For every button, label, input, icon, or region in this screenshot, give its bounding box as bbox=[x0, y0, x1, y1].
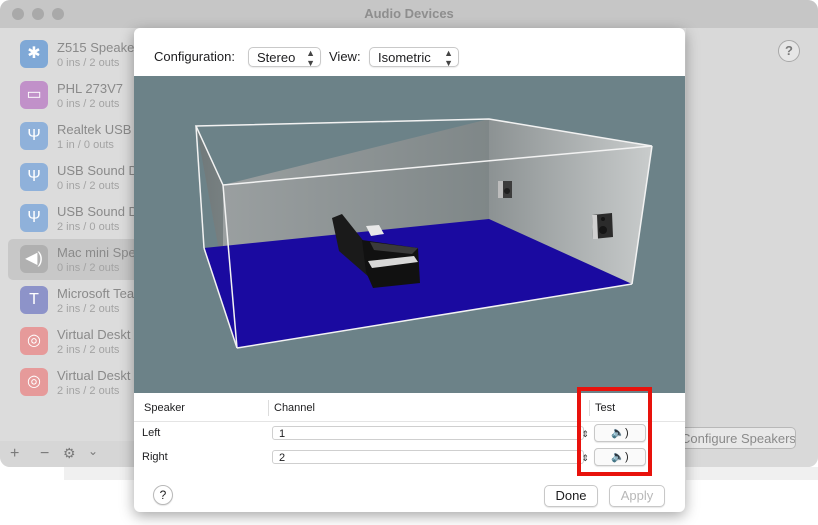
sheet-footer: ? Done Apply bbox=[134, 471, 685, 512]
device-io: 2 ins / 2 outs bbox=[57, 303, 120, 315]
room-illustration bbox=[194, 118, 653, 349]
configuration-value: Stereo bbox=[257, 50, 296, 65]
device-item[interactable]: Ψ USB Sound D 0 ins / 2 outs bbox=[8, 157, 140, 198]
view-popup[interactable]: Isometric ▲ ▼ bbox=[369, 47, 459, 68]
device-io: 2 ins / 2 outs bbox=[57, 344, 120, 356]
usb-icon: Ψ bbox=[20, 204, 48, 232]
device-item[interactable]: ▭ PHL 273V7 0 ins / 2 outs bbox=[8, 75, 140, 116]
device-name: USB Sound D bbox=[57, 163, 138, 178]
device-io: 0 ins / 2 outs bbox=[57, 57, 120, 69]
apply-button[interactable]: Apply bbox=[609, 485, 665, 507]
left-speaker-icon bbox=[498, 181, 512, 198]
window-title: Audio Devices bbox=[364, 6, 454, 21]
speaker-name: Right bbox=[142, 451, 168, 463]
column-divider bbox=[268, 400, 269, 416]
device-sidebar: ✱ Z515 Speaker 0 ins / 2 outs ▭ PHL 273V… bbox=[0, 28, 140, 441]
device-item[interactable]: ✱ Z515 Speaker 0 ins / 2 outs bbox=[8, 34, 140, 75]
target-icon: ◎ bbox=[20, 327, 48, 355]
channel-column-header[interactable]: Channel bbox=[274, 402, 315, 414]
speaker-column-header[interactable]: Speaker bbox=[144, 402, 185, 414]
channel-stepper[interactable]: 2 ⇕ bbox=[272, 450, 589, 464]
sidebar-toolbar: + − ⚙ ⌄ bbox=[0, 441, 140, 467]
speaker-icon: ◀) bbox=[20, 245, 48, 273]
device-item[interactable]: Ψ Realtek USB 1 in / 0 outs bbox=[8, 116, 140, 157]
background-strip bbox=[686, 467, 818, 480]
device-item[interactable]: T Microsoft Tea 2 ins / 2 outs bbox=[8, 280, 140, 321]
configure-speakers-button[interactable]: Configure Speakers... bbox=[666, 427, 796, 449]
chevron-updown-icon: ▲ ▼ bbox=[444, 48, 453, 68]
channel-value: 1 bbox=[279, 428, 286, 440]
chevron-updown-icon: ▲ ▼ bbox=[306, 48, 315, 68]
device-io: 0 ins / 2 outs bbox=[57, 262, 120, 274]
teams-icon: T bbox=[20, 286, 48, 314]
device-io: 1 in / 0 outs bbox=[57, 139, 114, 151]
device-io: 0 ins / 2 outs bbox=[57, 98, 120, 110]
device-item[interactable]: ◎ Virtual Deskt 2 ins / 2 outs bbox=[8, 362, 140, 403]
configuration-label: Configuration: bbox=[154, 49, 235, 64]
device-detail-pane bbox=[686, 28, 818, 467]
window-help-button[interactable]: ? bbox=[778, 40, 800, 62]
configuration-popup[interactable]: Stereo ▲ ▼ bbox=[248, 47, 321, 68]
device-item-selected[interactable]: ◀) Mac mini Spe 0 ins / 2 outs bbox=[8, 239, 140, 280]
channel-value: 2 bbox=[279, 452, 286, 464]
device-io: 2 ins / 0 outs bbox=[57, 221, 120, 233]
chevron-down-icon[interactable]: ⌄ bbox=[88, 444, 98, 458]
device-name: Realtek USB bbox=[57, 122, 132, 137]
title-bar: Audio Devices bbox=[0, 0, 818, 28]
target-icon: ◎ bbox=[20, 368, 48, 396]
device-name: Z515 Speaker bbox=[57, 40, 139, 55]
done-button[interactable]: Done bbox=[544, 485, 598, 507]
view-value: Isometric bbox=[378, 50, 431, 65]
display-icon: ▭ bbox=[20, 81, 48, 109]
bluetooth-icon: ✱ bbox=[20, 40, 48, 68]
highlight-box bbox=[577, 387, 652, 476]
device-name: Microsoft Tea bbox=[57, 286, 135, 301]
channel-stepper[interactable]: 1 ⇕ bbox=[272, 426, 589, 440]
speaker-name: Left bbox=[142, 427, 161, 439]
remove-device-button[interactable]: − bbox=[40, 445, 49, 463]
device-name: Virtual Deskt bbox=[57, 368, 131, 383]
device-io: 0 ins / 2 outs bbox=[57, 180, 120, 192]
help-button[interactable]: ? bbox=[153, 485, 173, 505]
add-device-button[interactable]: + bbox=[10, 445, 19, 463]
device-name: PHL 273V7 bbox=[57, 81, 124, 96]
device-item[interactable]: ◎ Virtual Deskt 2 ins / 2 outs bbox=[8, 321, 140, 362]
device-name: USB Sound D bbox=[57, 204, 138, 219]
device-item[interactable]: Ψ USB Sound D 2 ins / 0 outs bbox=[8, 198, 140, 239]
gear-icon[interactable]: ⚙ bbox=[63, 445, 76, 462]
device-name: Mac mini Spe bbox=[57, 245, 136, 260]
sheet-toolbar: Configuration: Stereo ▲ ▼ View: Isometric… bbox=[134, 28, 685, 76]
device-io: 2 ins / 2 outs bbox=[57, 385, 120, 397]
usb-icon: Ψ bbox=[20, 163, 48, 191]
view-label: View: bbox=[329, 49, 361, 64]
speaker-3d-view[interactable] bbox=[134, 76, 685, 393]
usb-icon: Ψ bbox=[20, 122, 48, 150]
background-strip bbox=[64, 467, 134, 480]
right-speaker-icon bbox=[592, 213, 613, 239]
device-name: Virtual Deskt bbox=[57, 327, 131, 342]
